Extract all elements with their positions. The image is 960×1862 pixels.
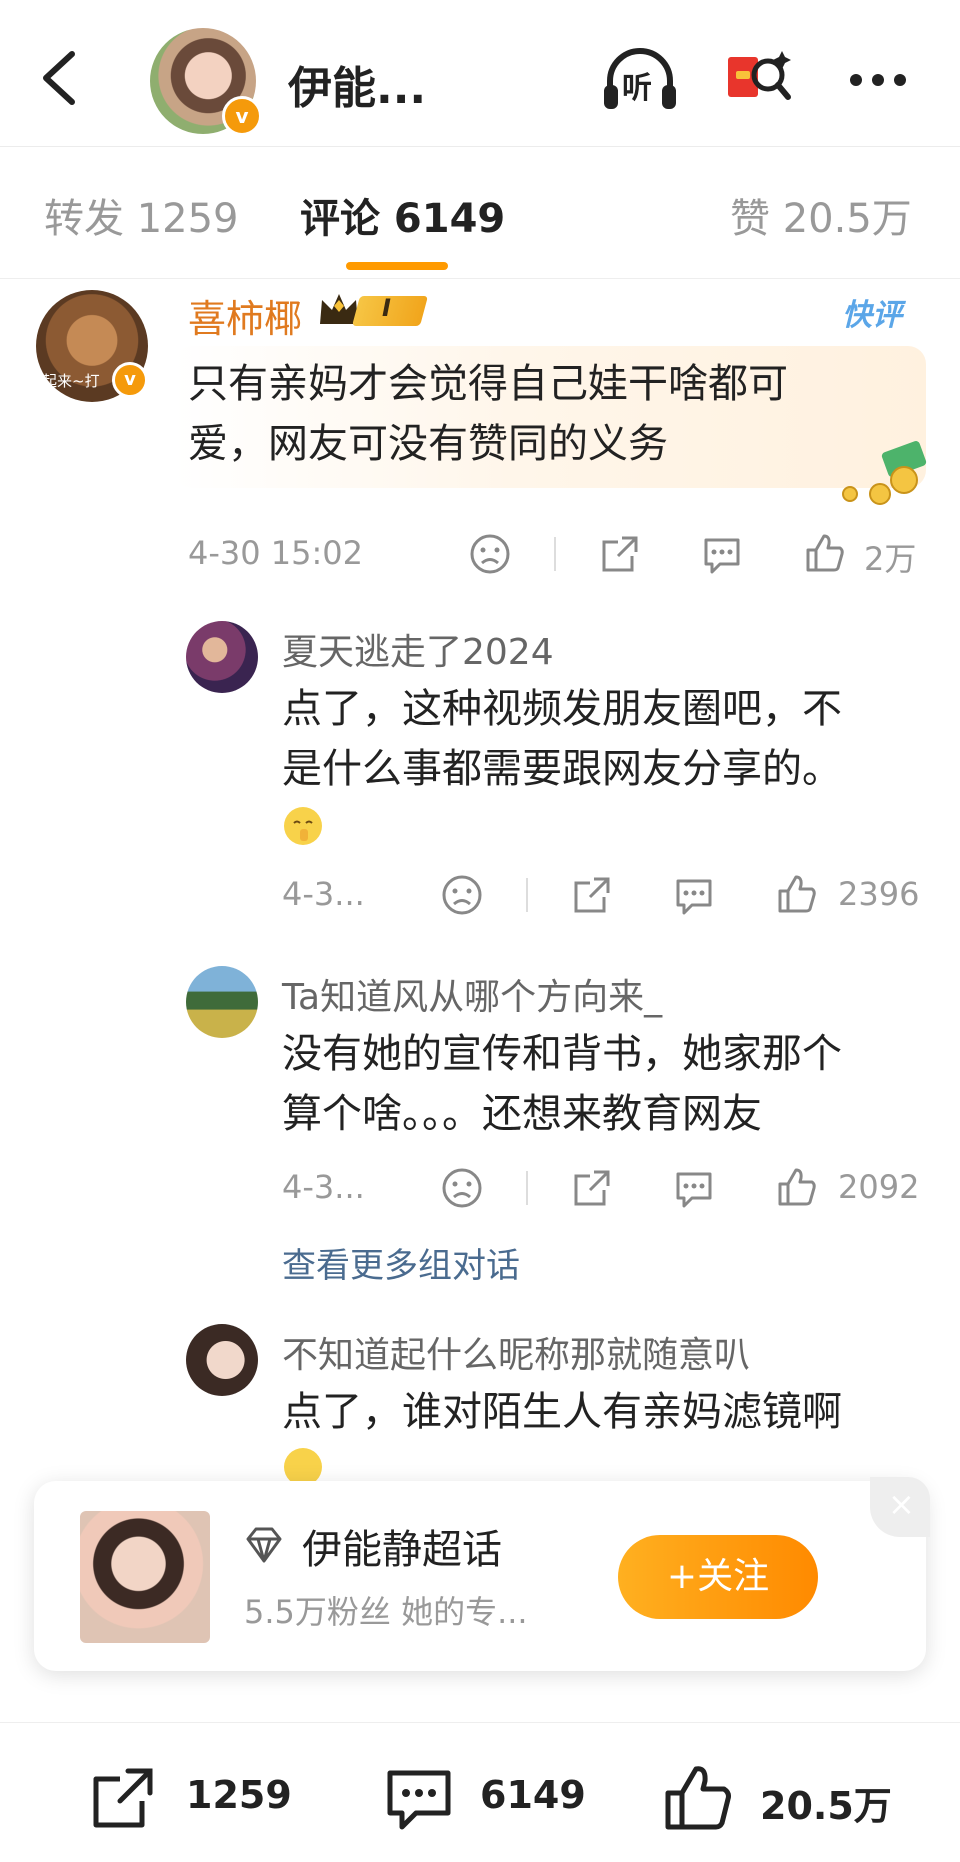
reply-username[interactable]: Ta知道风从哪个方向来_: [282, 968, 662, 1020]
reply-icon[interactable]: [672, 1166, 716, 1210]
thumbs-up-icon: [665, 1766, 731, 1830]
bottom-action-bar: 1259 6149 20.5万: [0, 1722, 960, 1862]
listen-button[interactable]: 听: [600, 45, 680, 115]
like-count: 20.5万: [760, 1784, 892, 1828]
tab-comments[interactable]: 评论 6149: [300, 186, 505, 244]
reply-time: 4-3...: [282, 875, 365, 913]
tab-bar: 转发 1259 评论 6149 赞 20.5万: [0, 146, 960, 279]
repost-icon: [93, 1768, 153, 1828]
comment-item: 起来~打 v 喜柿椰 I 快评 只有亲妈才会觉得自己娃干啥都可 爱，网友可没有赞…: [0, 278, 960, 578]
more-dots-icon: [850, 74, 906, 86]
repost-button[interactable]: 1259: [90, 1763, 310, 1833]
like-count: 2092: [838, 1168, 920, 1206]
like-icon[interactable]: [774, 871, 818, 915]
reply-item: 夏天逃走了2024 点了，这种视频发朋友圈吧，不 是什么事都需要跟网友分享的。 …: [0, 615, 960, 935]
like-count: 2万: [864, 540, 917, 578]
tab-repost[interactable]: 转发 1259: [44, 186, 239, 244]
tab-likes[interactable]: 赞 20.5万: [730, 186, 912, 244]
dislike-face-icon[interactable]: [440, 873, 484, 917]
reply-username[interactable]: 不知道起什么昵称那就随意叭: [282, 1326, 750, 1378]
level-number: I: [382, 294, 391, 322]
back-arrow-icon[interactable]: [38, 48, 82, 108]
comment-time: 4-30 15:02: [188, 534, 364, 572]
diamond-icon: [246, 1527, 282, 1563]
reply-time: 4-3...: [282, 1168, 365, 1206]
reply-text-line1: 点了，这种视频发朋友圈吧，不: [282, 686, 842, 732]
verified-badge-icon: v: [112, 362, 148, 398]
reply-item: 不知道起什么昵称那就随意叭 点了，谁对陌生人有亲妈滤镜啊: [0, 1318, 960, 1488]
reply-text-line1: 点了，谁对陌生人有亲妈滤镜啊: [282, 1389, 842, 1435]
red-packet-search-icon: [728, 51, 791, 100]
comment-username[interactable]: 喜柿椰: [188, 288, 302, 343]
reply-item: Ta知道风从哪个方向来_ 没有她的宣传和背书，她家那个 算个啥。。。还想来教育网…: [0, 960, 960, 1220]
share-icon[interactable]: [570, 1166, 614, 1210]
close-button[interactable]: ×: [870, 1477, 930, 1537]
follow-button[interactable]: +关注: [618, 1535, 818, 1619]
reply-username[interactable]: 夏天逃走了2024: [282, 623, 554, 675]
top-bar: v 伊能... 听: [0, 0, 960, 147]
reply-text-line2: 是什么事都需要跟网友分享的。: [282, 746, 842, 792]
shush-emoji-icon: [284, 807, 322, 845]
reply-avatar[interactable]: [186, 966, 258, 1038]
verified-badge-icon: v: [222, 96, 262, 136]
quick-comment-tag: 快评: [842, 298, 902, 333]
reply-avatar[interactable]: [186, 1324, 258, 1396]
more-button[interactable]: [842, 45, 922, 115]
comment-button[interactable]: 6149: [384, 1763, 604, 1833]
supertopic-name: 伊能静超话: [302, 1527, 502, 1573]
author-name[interactable]: 伊能...: [288, 52, 426, 116]
dislike-face-icon[interactable]: [468, 532, 512, 576]
reply-avatar[interactable]: [186, 621, 258, 693]
like-icon[interactable]: [774, 1164, 818, 1208]
comment-count: 6149: [480, 1773, 586, 1817]
dislike-face-icon[interactable]: [440, 1166, 484, 1210]
supertopic-cover-image: [80, 1511, 210, 1643]
close-icon: ×: [888, 1485, 915, 1523]
comment-text-line1: 只有亲妈才会觉得自己娃干啥都可: [188, 361, 788, 407]
coins-decoration-icon: [842, 441, 927, 505]
active-tab-indicator: [346, 262, 448, 270]
listen-label: 听: [622, 71, 652, 106]
like-count: 2396: [838, 875, 920, 913]
comment-text-line2: 爱，网友可没有赞同的义务: [188, 421, 668, 467]
like-button[interactable]: 20.5万: [662, 1761, 902, 1835]
share-icon[interactable]: [570, 873, 614, 917]
view-more-link[interactable]: 查看更多组对话: [282, 1238, 520, 1287]
share-icon[interactable]: [598, 532, 642, 576]
red-packet-button[interactable]: [722, 45, 802, 115]
like-icon[interactable]: [802, 530, 846, 574]
repost-count: 1259: [186, 1773, 292, 1817]
supertopic-card[interactable]: 伊能静超话 5.5万粉丝 她的专... +关注 ×: [34, 1477, 930, 1671]
reply-text-line2: 算个啥。。。还想来教育网友: [282, 1091, 762, 1137]
reply-text-line1: 没有她的宣传和背书，她家那个: [282, 1031, 842, 1077]
comment-icon: [387, 1770, 451, 1830]
reply-icon[interactable]: [672, 873, 716, 917]
supertopic-subtitle: 5.5万粉丝 她的专...: [244, 1593, 528, 1631]
avatar-caption: 起来~打: [42, 372, 100, 390]
reply-icon[interactable]: [700, 532, 744, 576]
member-level-badge: I: [316, 288, 430, 332]
